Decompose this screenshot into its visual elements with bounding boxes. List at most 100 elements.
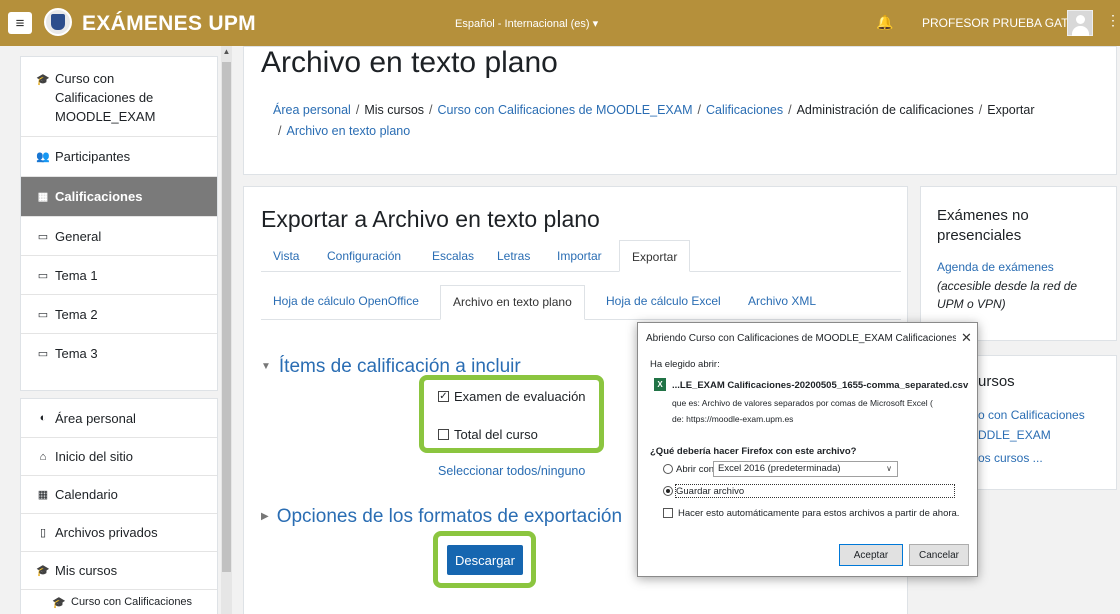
grade-tabs: Vista Configuración Escalas Letras Impor… (261, 240, 901, 272)
select-all-link[interactable]: Seleccionar todos/ninguno (438, 464, 585, 478)
calendar-icon: ▦ (37, 489, 49, 501)
course-link[interactable]: o con Calificaciones (978, 408, 1085, 422)
course-link-2[interactable]: DDLE_EXAM (978, 428, 1051, 442)
checkbox-unchecked-icon[interactable] (438, 429, 449, 440)
home-icon: ⌂ (39, 450, 47, 463)
page-title: Archivo en texto plano (261, 46, 558, 79)
exams-block-title: Exámenes no presenciales (937, 207, 1029, 244)
graduation-cap-icon: 🎓 (36, 565, 50, 577)
course-nav-group: 🎓 Curso con Calificaciones de MOODLE_EXA… (20, 56, 218, 391)
accept-button[interactable]: Aceptar (839, 544, 903, 566)
export-subtabs: Hoja de cálculo OpenOffice Archivo en te… (261, 285, 901, 320)
sidebar-item-course[interactable]: 🎓 Curso con Calificaciones de MOODLE_EXA… (21, 57, 217, 137)
cancel-button[interactable]: Cancelar (909, 544, 969, 566)
check-examen-label: Examen de evaluación (454, 389, 586, 404)
user-menu-name[interactable]: PROFESOR PRUEBA GATE (922, 16, 1076, 30)
app-select[interactable]: Excel 2016 (predeterminada) ∨ (713, 461, 898, 477)
sidebar-item-label: Participantes (55, 149, 131, 164)
sidebar-item-inicio[interactable]: ⌂ Inicio del sitio (21, 438, 217, 476)
check-total-label: Total del curso (454, 427, 538, 442)
hamburger-menu-icon[interactable]: ≡ (8, 12, 32, 34)
save-file-label[interactable]: Guardar archivo (676, 486, 744, 497)
users-icon: 👥 (36, 151, 50, 163)
sidebar-item-label: Curso con Calificaciones (71, 596, 193, 608)
check-total[interactable]: Total del curso (438, 427, 538, 442)
breadcrumb-current[interactable]: Archivo en texto plano (286, 124, 410, 138)
dialog-filetype: que es: Archivo de valores separados por… (672, 398, 933, 408)
courses-block-title: ursos (978, 373, 1015, 390)
site-brand[interactable]: EXÁMENES UPM (82, 12, 256, 36)
sidebar-item-general[interactable]: ▭ General (21, 217, 217, 256)
scroll-up-arrow-icon[interactable]: ▲ (222, 47, 231, 59)
tab-letras[interactable]: Letras (497, 240, 530, 272)
save-file-radio[interactable] (663, 486, 673, 496)
close-icon[interactable]: ✕ (961, 330, 972, 346)
language-selector[interactable]: Español - Internacional (es) ▾ (455, 17, 598, 30)
sidebar-item-tema-1[interactable]: ▭ Tema 1 (21, 256, 217, 295)
sidebar-item-label: Archivos privados (55, 525, 158, 540)
sidebar-item-curso-sub[interactable]: 🎓 Curso con Calificaciones (21, 590, 217, 614)
sidebar-item-area-personal[interactable]: ◐ Área personal (21, 399, 217, 438)
sidebar-item-label: General (55, 228, 102, 244)
user-avatar[interactable] (1067, 10, 1093, 36)
exam-agenda-link[interactable]: Agenda de exámenes (937, 260, 1054, 274)
breadcrumb-mis-cursos: Mis cursos (364, 103, 425, 117)
sidebar-item-label: Curso con Calificaciones de MOODLE_EXAM (55, 71, 156, 124)
tab-exportar[interactable]: Exportar (619, 240, 691, 272)
sidebar-item-label: Tema 2 (55, 306, 98, 322)
sidebar-item-label: Calificaciones (55, 189, 143, 204)
breadcrumb-calificaciones[interactable]: Calificaciones (706, 103, 783, 117)
breadcrumb-area-personal[interactable]: Área personal (273, 103, 351, 117)
file-icon: ▯ (39, 527, 47, 539)
tab-configuracion[interactable]: Configuración (327, 240, 401, 272)
breadcrumb: Área personal / Mis cursos / Curso con Calif… (273, 103, 1035, 138)
notifications-bell-icon[interactable]: 🔔 (876, 14, 893, 31)
breadcrumb-course[interactable]: Curso con Calificaciones de MOODLE_EXAM (438, 103, 693, 117)
checkbox-checked-icon[interactable]: ✓ (438, 391, 449, 402)
dialog-question: ¿Qué debería hacer Firefox con este arch… (650, 446, 857, 457)
nav-more-icon[interactable]: ⋮ (1106, 12, 1120, 29)
sidebar-item-calendario[interactable]: ▦ Calendario (21, 476, 217, 514)
options-section-header[interactable]: ▶ Opciones de los formatos de exportación (261, 506, 622, 528)
site-nav-group: ◐ Área personal ⌂ Inicio del sitio ▦ Cal… (20, 398, 218, 614)
sidebar-item-label: Mis cursos (55, 563, 118, 578)
sidebar-item-archivos[interactable]: ▯ Archivos privados (21, 514, 217, 552)
section-title: Exportar a Archivo en texto plano (261, 206, 600, 232)
chevron-down-icon: ∨ (886, 464, 892, 473)
folder-icon: ▭ (37, 308, 49, 321)
dialog-title: Abriendo Curso con Calificaciones de MOO… (646, 333, 956, 344)
sidebar-scrollbar-thumb[interactable] (222, 62, 231, 572)
sidebar-item-mis-cursos[interactable]: 🎓 Mis cursos (21, 552, 217, 590)
open-with-radio[interactable] (663, 464, 673, 474)
sidebar-item-participantes[interactable]: 👥 Participantes (21, 137, 217, 177)
subtab-texto-plano[interactable]: Archivo en texto plano (440, 285, 585, 320)
tab-escalas[interactable]: Escalas (432, 240, 474, 272)
exam-agenda-note: (accesible desde la red de UPM o VPN) (937, 279, 1078, 311)
tab-importar[interactable]: Importar (557, 240, 602, 272)
sidebar-item-calificaciones[interactable]: ▦ Calificaciones (21, 177, 217, 217)
check-examen[interactable]: ✓ Examen de evaluación (438, 389, 586, 404)
sidebar-item-label: Área personal (55, 410, 136, 426)
auto-checkbox[interactable] (663, 508, 673, 518)
more-courses-link[interactable]: os cursos ... (978, 451, 1043, 465)
excel-file-icon: X (654, 378, 666, 391)
sidebar-item-tema-3[interactable]: ▭ Tema 3 (21, 334, 217, 373)
dialog-filename: ...LE_EXAM Calificaciones-20200505_1655-… (672, 380, 969, 391)
download-dialog: Abriendo Curso con Calificaciones de MOO… (637, 322, 978, 577)
expanded-caret-icon: ▼ (261, 361, 271, 373)
graduation-cap-icon: 🎓 (36, 74, 50, 86)
table-icon: ▦ (37, 191, 49, 203)
tab-vista[interactable]: Vista (273, 240, 299, 272)
items-heading: Ítems de calificación a incluir (278, 356, 521, 377)
auto-label[interactable]: Hacer esto automáticamente para estos ar… (678, 508, 959, 519)
open-with-label[interactable]: Abrir con (676, 464, 714, 475)
subtab-xml[interactable]: Archivo XML (748, 285, 816, 317)
collapsed-caret-icon: ▶ (261, 511, 269, 523)
subtab-openoffice[interactable]: Hoja de cálculo OpenOffice (273, 285, 419, 317)
sidebar-item-label: Calendario (55, 487, 118, 502)
options-heading: Opciones de los formatos de exportación (276, 506, 623, 527)
subtab-excel[interactable]: Hoja de cálculo Excel (606, 285, 721, 317)
upm-logo-icon (44, 8, 72, 36)
sidebar-item-tema-2[interactable]: ▭ Tema 2 (21, 295, 217, 334)
download-button[interactable]: Descargar (447, 545, 523, 575)
